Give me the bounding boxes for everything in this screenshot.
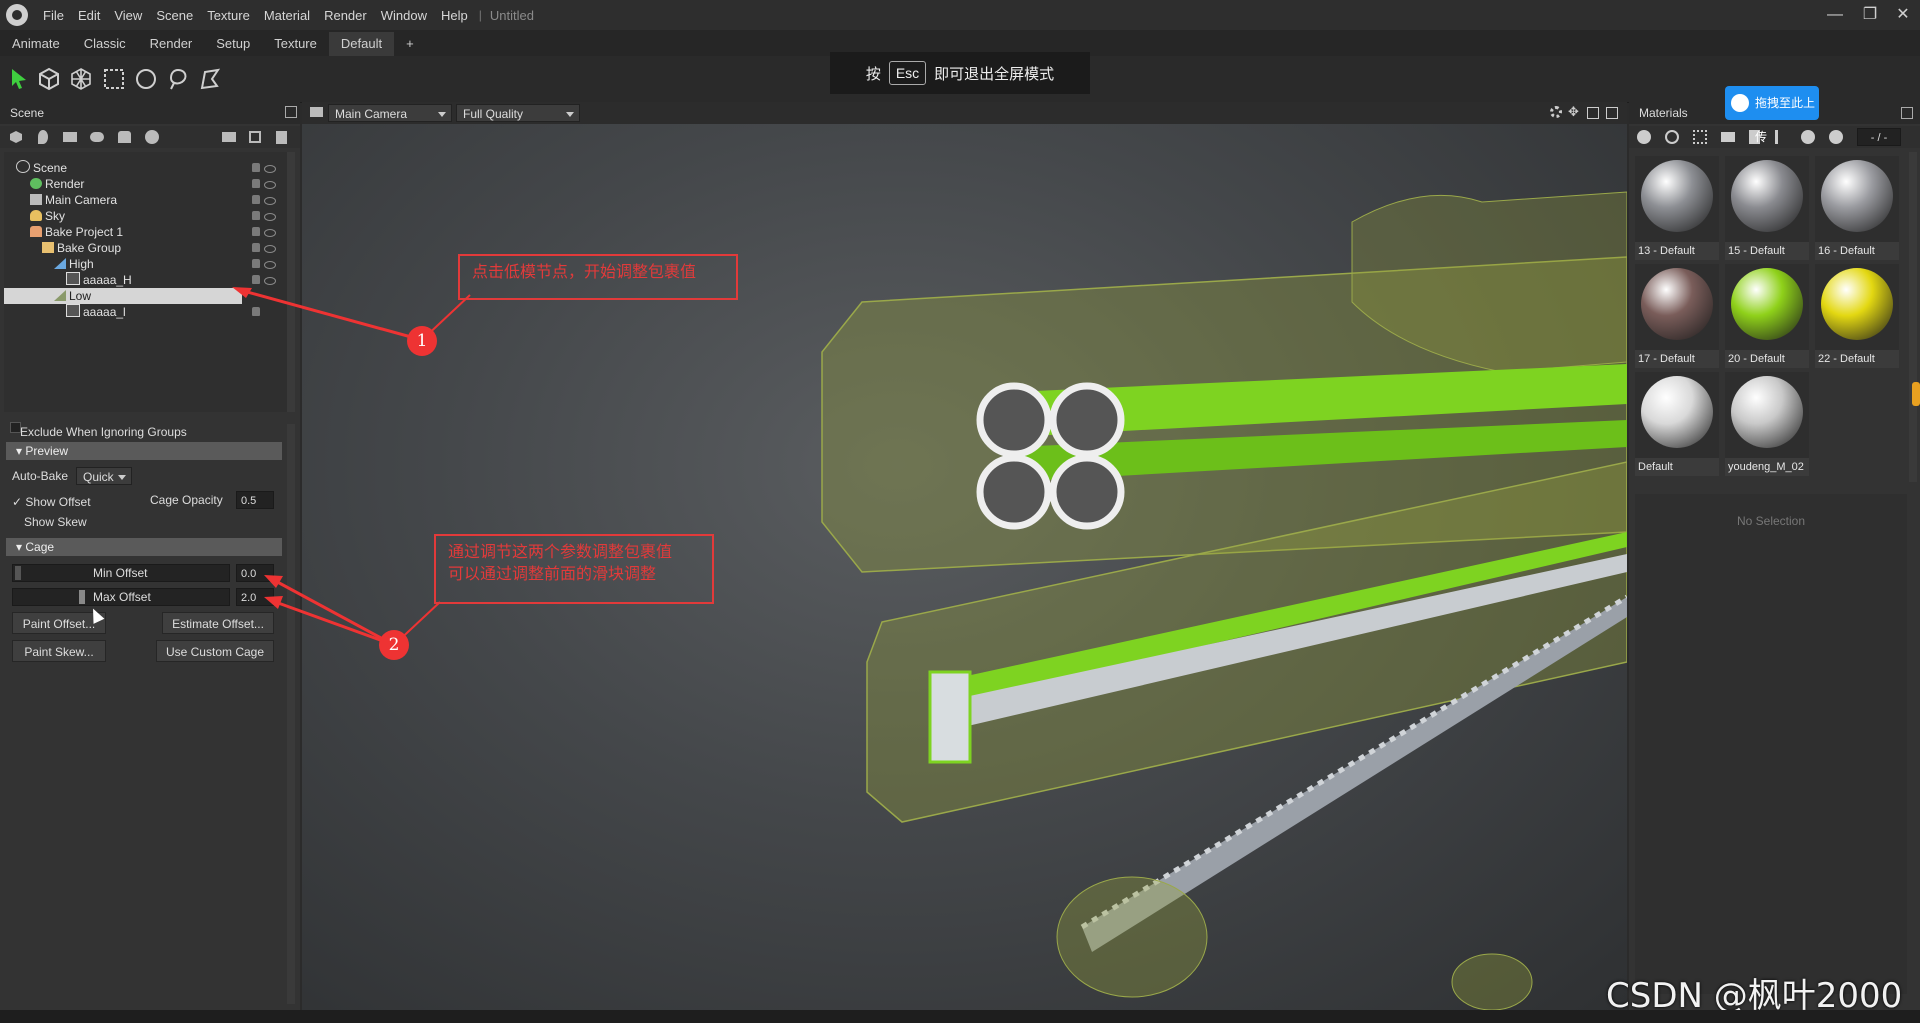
status-bar [0, 1010, 1920, 1023]
annotation-note-2: 通过调节这两个参数调整包裹值 可以通过调整前面的滑块调整 [434, 534, 714, 604]
annotation-note-1: 点击低模节点，开始调整包裹值 [458, 254, 738, 300]
annotation-badge-1: 1 [407, 326, 437, 356]
annotation-arrows [232, 287, 471, 647]
annotation-note-2-line-1: 通过调节这两个参数调整包裹值 [448, 544, 673, 561]
annotation-badge-2: 2 [379, 630, 409, 660]
annotation-note-2-line-2: 可以通过调整前面的滑块调整 [448, 566, 657, 583]
